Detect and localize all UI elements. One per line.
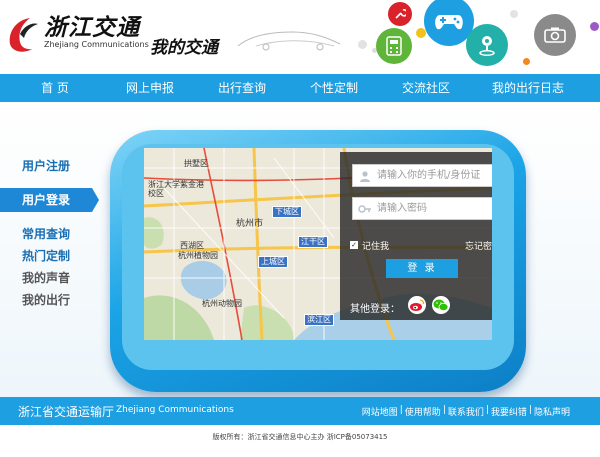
phone-input[interactable] (377, 165, 492, 186)
remember-row: ✓ 记住我 忘记密码？ (350, 238, 492, 252)
camera-icon (544, 27, 566, 43)
forgot-password-link[interactable]: 忘记密码？ (465, 239, 492, 252)
nav-item-travel-log[interactable]: 我的出行日志 (478, 74, 578, 102)
map-district-badge: 江干区 (298, 236, 328, 248)
other-login-label: 其他登录： (350, 304, 400, 315)
sidebar-item-hot-custom[interactable]: 热门定制 (0, 245, 100, 267)
sidebar-item-common-query[interactable]: 常用查询 (0, 223, 100, 245)
wechat-login-button[interactable] (432, 296, 450, 314)
footer-link-sitemap[interactable]: 网站地图 (362, 405, 398, 418)
page: 浙江交通 Zhejiang Communications 我的交通 首 页 网上… (0, 0, 600, 457)
gamepad-icon (435, 15, 463, 30)
nav-item-personal-custom[interactable]: 个性定制 (294, 74, 374, 102)
map-district-badge: 下城区 (272, 206, 302, 218)
header: 浙江交通 Zhejiang Communications 我的交通 (0, 0, 600, 74)
map-label: 杭州市 (236, 219, 264, 229)
map-screen: 拱墅区 浙江大学紫金港校区 杭州市 西湖区 杭州植物园 杭州动物园 下城区 江干… (144, 148, 492, 340)
map-label: 杭州植物园 (178, 251, 218, 260)
tagline: 我的交通 (150, 38, 218, 58)
login-button[interactable]: 登 录 (386, 259, 458, 278)
sidebar-item-my-travel[interactable]: 我的出行 (0, 289, 100, 311)
copyright: 版权所有：浙江省交通信息中心主办 浙ICP备05073415 (212, 433, 388, 441)
footer-org-en: Zhejiang Communications (116, 405, 234, 415)
sidebar: 用户注册 (0, 154, 100, 178)
footer: 浙江省交通运输厅 Zhejiang Communications 网站地图 | … (0, 397, 600, 425)
wrench-button[interactable] (388, 2, 412, 26)
wechat-icon (433, 299, 449, 311)
footer-separator: | (442, 405, 446, 415)
weibo-login-button[interactable] (408, 296, 426, 314)
main-nav: 首 页 网上申报 出行查询 个性定制 交流社区 我的出行日志 (0, 74, 600, 102)
deco-dot (510, 10, 518, 18)
map-label: 拱墅区 (184, 159, 208, 168)
map-label: 浙江大学紫金港校区 (148, 180, 204, 198)
deco-dot (590, 22, 599, 31)
footer-link-contact[interactable]: 联系我们 (448, 405, 484, 418)
camera-button[interactable] (534, 14, 576, 56)
footer-link-privacy[interactable]: 隐私声明 (534, 405, 570, 418)
footer-separator: | (528, 405, 532, 415)
sidebar-item-login[interactable]: 用户登录 (0, 188, 92, 212)
nav-item-online-declare[interactable]: 网上申报 (110, 74, 190, 102)
nav-item-travel-query[interactable]: 出行查询 (190, 74, 294, 102)
deco-dot (358, 40, 367, 49)
password-field[interactable] (352, 197, 492, 220)
map-district-badge: 上城区 (258, 256, 288, 268)
map-district-badge: 滨江区 (304, 314, 334, 326)
location-button[interactable] (466, 24, 508, 66)
logo-title: 浙江交通 (44, 14, 140, 41)
calculator-button[interactable] (376, 28, 412, 64)
footer-org: 浙江省交通运输厅 (18, 405, 115, 419)
logo-subtitle: Zhejiang Communications (44, 40, 149, 49)
remember-checkbox[interactable]: ✓ (350, 241, 358, 249)
password-input[interactable] (377, 198, 492, 219)
footer-separator: | (485, 405, 489, 415)
device-frame: 拱墅区 浙江大学紫金港校区 杭州市 西湖区 杭州植物园 杭州动物园 下城区 江干… (110, 130, 526, 392)
sidebar-group: 常用查询 热门定制 我的声音 我的出行 (0, 223, 100, 311)
logo-mark-icon (9, 18, 38, 52)
sidebar-item-register[interactable]: 用户注册 (0, 154, 100, 178)
footer-links: 网站地图 | 使用帮助 | 联系我们 | 我要纠错 | 隐私声明 (362, 405, 570, 418)
sidebar-item-my-voice[interactable]: 我的声音 (0, 267, 100, 289)
login-panel: ✓ 记住我 忘记密码？ 登 录 其他登录： (340, 152, 492, 320)
nav-item-community[interactable]: 交流社区 (374, 74, 478, 102)
deco-dot (523, 58, 530, 65)
wrench-icon (395, 9, 406, 19)
remember-label: 记住我 (362, 241, 390, 252)
car-outline-icon (237, 31, 341, 51)
location-pin-icon (479, 36, 495, 56)
footer-link-help[interactable]: 使用帮助 (405, 405, 441, 418)
nav-item-home[interactable]: 首 页 (0, 74, 110, 102)
phone-field[interactable] (352, 164, 492, 187)
key-icon (353, 198, 377, 219)
calculator-icon (386, 36, 402, 56)
map-label: 杭州动物园 (202, 299, 242, 308)
user-icon (353, 165, 377, 186)
footer-separator: | (399, 405, 403, 415)
sidebar-active-arrow (92, 188, 99, 212)
weibo-icon (410, 299, 425, 311)
footer-link-report-error[interactable]: 我要纠错 (491, 405, 527, 418)
main-content: 用户注册 用户登录 常用查询 热门定制 我的声音 我的出行 拱墅区 浙江大学紫金… (0, 102, 600, 397)
